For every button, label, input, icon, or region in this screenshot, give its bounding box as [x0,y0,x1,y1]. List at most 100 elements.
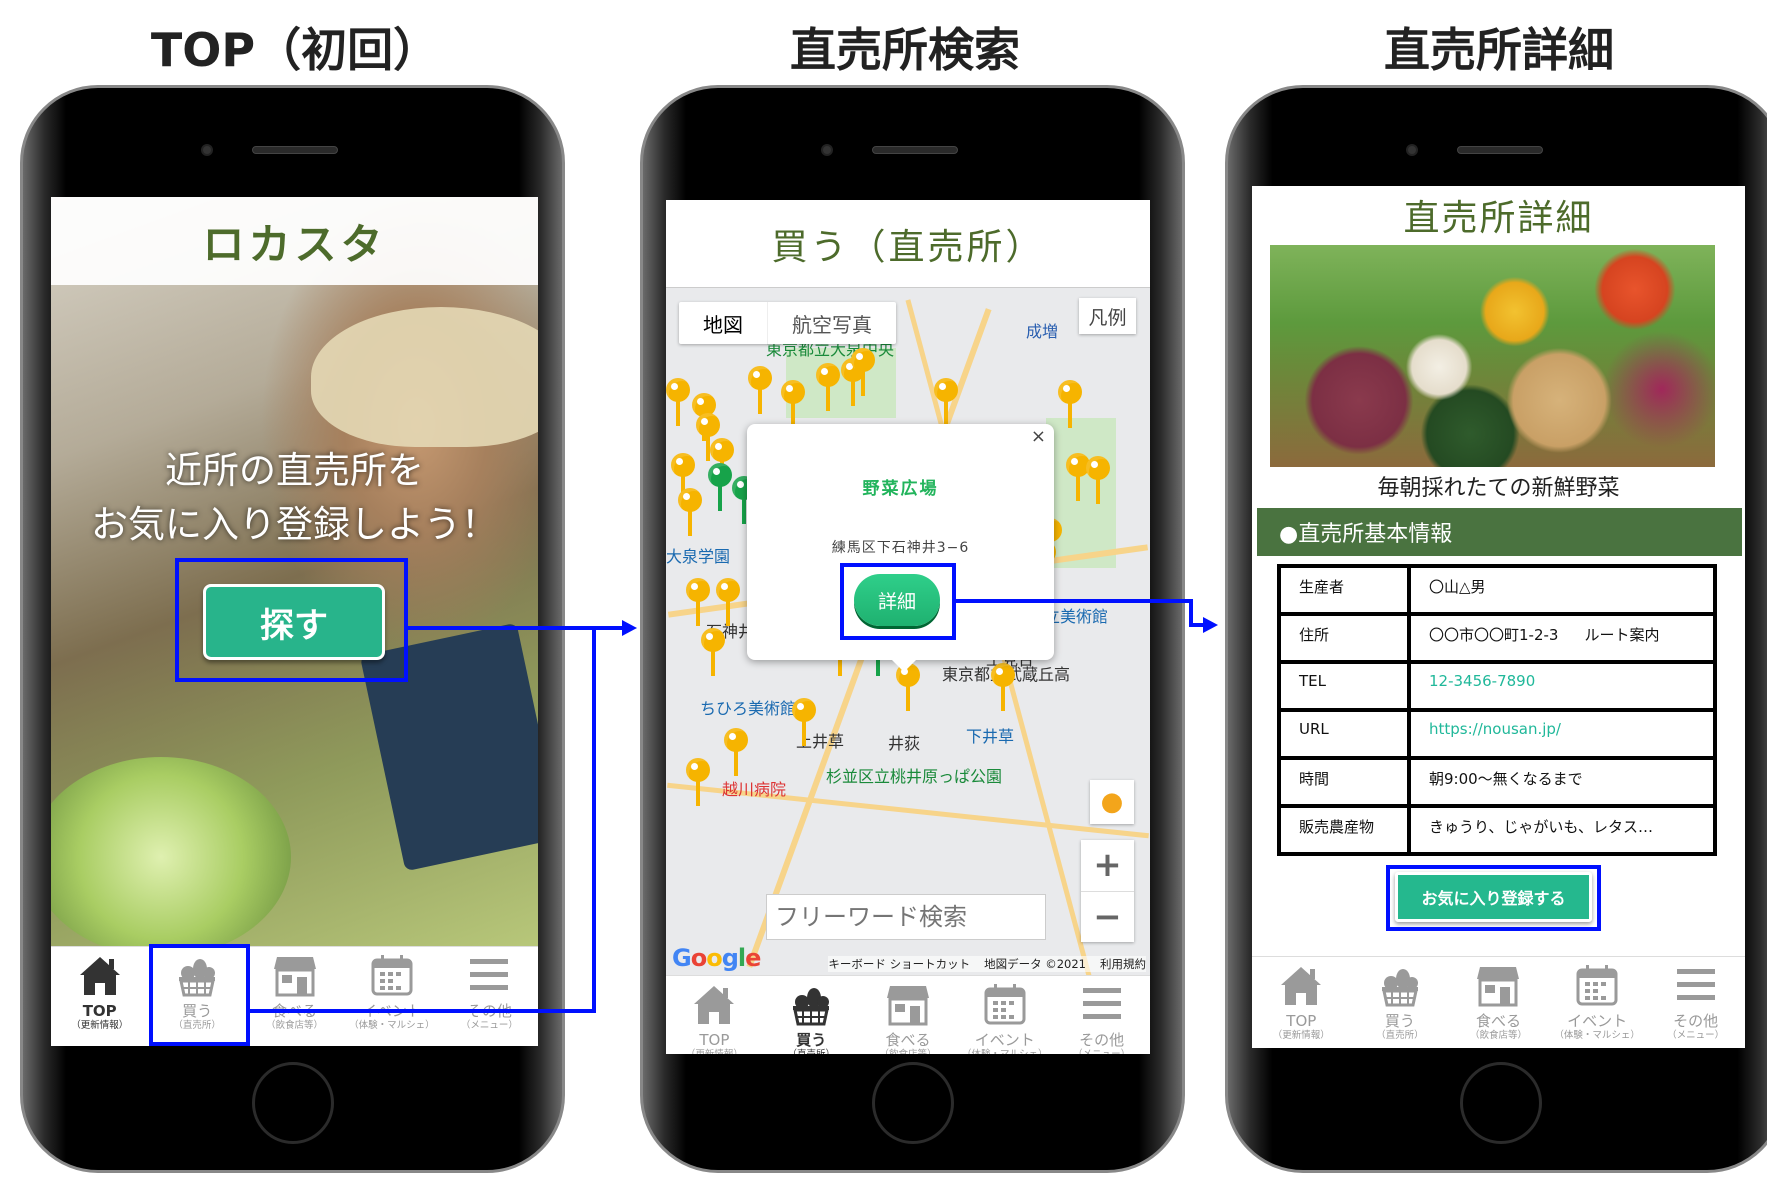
info-value: きゅうり、じゃがいも、レタス… [1429,818,1653,836]
map-data-credit: 地図データ ©2021 [984,957,1086,971]
home-button[interactable] [251,1062,334,1144]
map-marker[interactable] [934,378,958,426]
map-marker[interactable] [671,453,695,501]
zoom-out-button[interactable]: − [1081,892,1134,943]
home-button[interactable] [1460,1062,1542,1144]
map-marker[interactable] [678,488,702,536]
url-link[interactable]: https://nousan.jp/ [1429,720,1561,738]
nav-sublabel: （直売所） [1376,1030,1424,1041]
info-key: URL [1277,708,1411,760]
calendar-icon [1574,963,1620,1011]
nav-label: 買う [796,1031,827,1049]
nav-item-3[interactable]: イベント （体験・マルシェ） [343,947,440,1046]
nav-label: イベント [974,1031,1035,1049]
hero-message-line2: お気に入り登録しよう！ [91,503,498,546]
info-key: 住所 [1277,612,1411,664]
vegetable-basket-icon [174,953,220,1001]
nav-item-4[interactable]: その他 （メニュー） [441,947,538,1046]
map-marker[interactable] [724,728,748,776]
map-marker[interactable] [991,663,1015,711]
add-favorite-button[interactable]: お気に入り登録する [1395,872,1592,922]
map-type-tabs: 地図 航空写真 [679,302,896,344]
nav-sublabel: （体験・マルシェ） [1554,1030,1640,1041]
nav-label: 食べる [1475,1012,1521,1030]
close-icon[interactable]: × [1031,426,1046,447]
nav-item-2[interactable]: 食べる （飲食店等） [1449,957,1548,1048]
map-marker[interactable] [851,348,875,396]
home-button[interactable] [871,1062,954,1144]
map[interactable]: 東京都立大泉中央成増石神井郵便局高野台練馬区立美術館大泉学園ちひろ美術館東京都立… [666,288,1150,975]
map-marker[interactable] [716,578,740,626]
info-value-cell: 朝9:00～無くなるまで [1407,756,1717,808]
map-marker[interactable] [792,698,816,746]
nav-item-2[interactable]: 食べる （飲食店等） [860,976,957,1054]
map-label: 杉並区立桃井原っぱ公園 [826,767,1003,786]
keyboard-shortcuts-link[interactable]: キーボード ショートカット [828,956,970,972]
map-marker[interactable] [686,578,710,626]
nav-item-4[interactable]: その他 （メニュー） [1646,957,1745,1048]
info-value-cell: 〇山△男 [1407,564,1717,616]
map-marker[interactable] [816,363,840,411]
menu-icon [1079,982,1125,1030]
camera [1406,144,1418,156]
nav-item-1[interactable]: 買う （直売所） [763,976,860,1054]
nav-label: その他 [466,1002,512,1020]
detail-button[interactable]: 詳細 [854,574,940,626]
heading-top: TOP（初回） [150,23,440,77]
nav-sublabel: （直売所） [787,1049,835,1054]
top-screen: ロカスタ 近所の直売所を お気に入り登録しよう！ 探す TOP （更新情報） 買… [51,197,538,1046]
nav-item-1[interactable]: 買う （直売所） [148,947,245,1046]
nav-item-0[interactable]: TOP （更新情報） [666,976,763,1054]
nav-sublabel: （飲食店等） [1469,1030,1527,1041]
nav-sublabel: （更新情報） [71,1020,129,1031]
tab-map[interactable]: 地図 [679,302,767,344]
map-label: 井荻 [888,734,921,753]
map-marker[interactable] [1058,380,1082,428]
map-marker[interactable] [748,366,772,414]
zoom-control: + − [1081,840,1134,942]
nav-item-2[interactable]: 食べる （飲食店等） [246,947,343,1046]
map-marker[interactable] [701,628,725,676]
tel-link[interactable]: 12-3456-7890 [1429,672,1535,690]
camera [201,144,213,156]
nav-item-3[interactable]: イベント （体験・マルシェ） [956,976,1053,1054]
freeword-search-input[interactable] [766,894,1046,940]
map-marker[interactable] [710,438,734,486]
table-row: URL https://nousan.jp/ [1277,708,1717,760]
info-popup: × 野菜広場 練馬区下石神井3−6 詳細 [747,424,1054,672]
route-link[interactable]: ルート案内 [1584,626,1659,644]
google-logo: Google [672,944,761,972]
nav-item-1[interactable]: 買う （直売所） [1351,957,1450,1048]
table-row: TEL 12-3456-7890 [1277,660,1717,712]
camera [821,144,833,156]
street-view-pegman-icon[interactable]: ● [1090,780,1134,824]
nav-item-4[interactable]: その他 （メニュー） [1053,976,1150,1054]
info-value: 〇山△男 [1429,578,1486,596]
zoom-in-button[interactable]: + [1081,840,1134,892]
page-title: 買う（直売所） [666,200,1150,288]
map-footer: キーボード ショートカット 地図データ ©2021 利用規約 [828,956,1146,972]
nav-item-0[interactable]: TOP （更新情報） [1252,957,1351,1048]
nav-sublabel: （体験・マルシェ） [349,1020,435,1031]
map-marker[interactable] [686,758,710,806]
nav-sublabel: （体験・マルシェ） [962,1049,1048,1054]
nav-label: その他 [1079,1031,1125,1049]
nav-label: TOP [1286,1012,1317,1030]
calendar-icon [982,982,1028,1030]
legend-button[interactable]: 凡例 [1079,298,1136,334]
speaker [252,146,338,154]
map-marker[interactable] [666,378,690,426]
nav-item-3[interactable]: イベント （体験・マルシェ） [1548,957,1647,1048]
map-marker[interactable] [1086,456,1110,504]
search-button[interactable]: 探す [203,584,385,660]
tab-satellite[interactable]: 航空写真 [767,302,896,344]
table-row: 販売農産物 きゅうり、じゃがいも、レタス… [1277,804,1717,856]
nav-label: その他 [1673,1012,1719,1030]
vegetable-basket-icon [788,982,834,1030]
speaker [1457,146,1543,154]
terms-link[interactable]: 利用規約 [1100,956,1146,972]
nav-item-0[interactable]: TOP （更新情報） [51,947,148,1046]
map-marker[interactable] [781,380,805,428]
map-marker[interactable] [708,463,732,511]
map-marker[interactable] [696,413,720,461]
